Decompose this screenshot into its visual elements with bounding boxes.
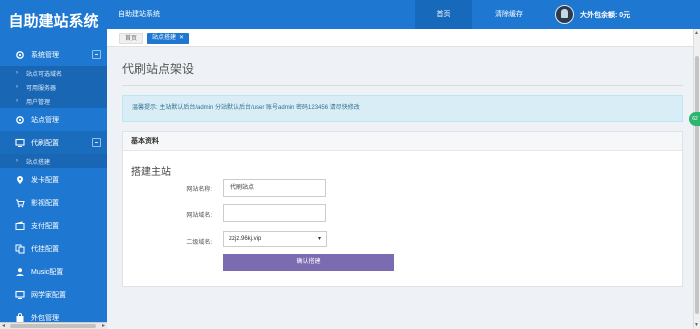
sidebar-item-label: 支付配置 bbox=[31, 222, 59, 230]
sidebar-item-hang[interactable]: 代挂配置 bbox=[0, 237, 107, 260]
sidebar-item-label: Music配置 bbox=[31, 268, 64, 276]
daishua-submenu: › 站点搭建 bbox=[0, 154, 107, 168]
cart-icon bbox=[14, 197, 25, 208]
subdomain-value: zzjz.96kj.vip bbox=[229, 236, 262, 242]
sidebar-item-daishua[interactable]: 代刷配置 bbox=[0, 131, 107, 154]
scroll-up-icon[interactable]: ▲ bbox=[694, 30, 699, 36]
site-domain-input[interactable] bbox=[223, 204, 326, 222]
scroll-right-icon[interactable]: ▸ bbox=[102, 322, 105, 329]
sidebar: 自助建站系统 系统管理 › 站点可选域名 › 可用服务器 › 用户管理 站点管理 代刷… bbox=[0, 0, 107, 329]
chevron-right-icon: › bbox=[16, 70, 18, 76]
brand-title: 自助建站系统 bbox=[8, 12, 99, 30]
sidebar-item-system[interactable]: 系统管理 bbox=[0, 43, 107, 66]
sidebar-subitem-label: 站点可选域名 bbox=[26, 71, 63, 78]
copy-icon bbox=[14, 243, 25, 254]
page-vertical-scrollbar[interactable]: ▲ ▼ bbox=[693, 29, 700, 329]
basic-info-panel: 基本资料 搭建主站 网站名称: 代刷站点 网站域名: 二级域名: zzjz.96… bbox=[122, 131, 683, 287]
sidebar-item-school[interactable]: 网学家配置 bbox=[0, 283, 107, 306]
close-icon[interactable]: ✕ bbox=[179, 35, 184, 41]
sidebar-item-pay[interactable]: 支付配置 bbox=[0, 214, 107, 237]
nav-home-link[interactable]: 首页 bbox=[415, 0, 472, 29]
floating-badge[interactable]: 62 bbox=[689, 112, 700, 126]
sidebar-subitem-label: 站点搭建 bbox=[26, 159, 51, 166]
user-menu[interactable]: 大外包余额: 0元 bbox=[555, 5, 630, 24]
sidebar-item-label: 外包管理 bbox=[31, 314, 59, 322]
scrollbar-thumb[interactable] bbox=[10, 324, 96, 328]
sidebar-item-label: 发卡配置 bbox=[31, 176, 59, 184]
monitor-icon bbox=[14, 289, 25, 300]
sidebar-item-label: 网学家配置 bbox=[31, 291, 66, 299]
avatar[interactable] bbox=[555, 5, 574, 24]
sidebar-item-video[interactable]: 影视配置 bbox=[0, 191, 107, 214]
scrollbar-thumb[interactable] bbox=[695, 56, 699, 314]
sidebar-subitem-label: 用户管理 bbox=[26, 99, 51, 106]
page-tabs-bar: 首页 站点搭建 ✕ bbox=[107, 29, 693, 47]
section-title: 搭建主站 bbox=[131, 167, 171, 178]
main-content: 代刷站点架设 温馨提示: 主站默认后台/admin 分站默认后台/user 账号… bbox=[107, 47, 693, 329]
tab-site-build[interactable]: 站点搭建 ✕ bbox=[147, 33, 190, 44]
sidebar-subitem[interactable]: › 可用服务器 bbox=[0, 80, 107, 94]
pin-icon bbox=[14, 174, 25, 185]
tab-home[interactable]: 首页 bbox=[119, 33, 144, 44]
clear-cache-link[interactable]: 清除缓存 bbox=[484, 0, 534, 29]
chevron-down-icon: ▾ bbox=[317, 236, 321, 242]
sidebar-item-label: 站点管理 bbox=[31, 116, 59, 124]
sidebar-subitem[interactable]: › 用户管理 bbox=[0, 94, 107, 108]
collapse-icon[interactable] bbox=[92, 50, 101, 59]
site-name-label: 网站名称: bbox=[186, 187, 212, 193]
sidebar-item-music[interactable]: Music配置 bbox=[0, 260, 107, 283]
subdomain-label: 二级域名: bbox=[186, 240, 212, 246]
page-title: 代刷站点架设 bbox=[122, 62, 195, 76]
sidebar-item-card[interactable]: 发卡配置 bbox=[0, 168, 107, 191]
sidebar-item-sites[interactable]: 站点管理 bbox=[0, 108, 107, 131]
sidebar-subitem[interactable]: › 站点可选域名 bbox=[0, 66, 107, 80]
sidebar-subitem-label: 可用服务器 bbox=[26, 85, 57, 92]
divider bbox=[122, 85, 683, 86]
system-title: 自助建站系统 bbox=[118, 11, 160, 18]
sidebar-item-label: 系统管理 bbox=[31, 51, 59, 59]
sidebar-item-label: 代刷配置 bbox=[31, 139, 59, 147]
scroll-left-icon[interactable]: ◂ bbox=[2, 322, 5, 329]
user-icon bbox=[14, 266, 25, 277]
site-name-input[interactable]: 代刷站点 bbox=[223, 179, 326, 197]
panel-title: 基本资料 bbox=[123, 132, 682, 151]
monitor-icon bbox=[14, 137, 25, 148]
chevron-right-icon: › bbox=[16, 158, 18, 164]
site-domain-label: 网站域名: bbox=[186, 213, 212, 219]
subdomain-select[interactable]: zzjz.96kj.vip ▾ bbox=[223, 231, 327, 247]
system-submenu: › 站点可选域名 › 可用服务器 › 用户管理 bbox=[0, 66, 107, 108]
collapse-icon[interactable] bbox=[92, 138, 101, 147]
top-navbar: 自助建站系统 首页 清除缓存 大外包余额: 0元 bbox=[107, 0, 700, 29]
wallet-icon bbox=[14, 220, 25, 231]
gear-icon bbox=[14, 114, 25, 125]
scroll-down-icon[interactable]: ▼ bbox=[694, 322, 699, 328]
chevron-right-icon: › bbox=[16, 98, 18, 104]
info-alert: 温馨提示: 主站默认后台/admin 分站默认后台/user 账号admin 密… bbox=[122, 95, 683, 122]
sidebar-item-label: 代挂配置 bbox=[31, 245, 59, 253]
sidebar-horizontal-scrollbar[interactable]: ◂ ▸ bbox=[0, 322, 107, 329]
sidebar-subitem[interactable]: › 站点搭建 bbox=[0, 154, 107, 168]
user-balance: 大外包余额: 0元 bbox=[580, 11, 631, 19]
chevron-right-icon: › bbox=[16, 84, 18, 90]
gear-icon bbox=[14, 49, 25, 60]
confirm-build-button[interactable]: 确认搭建 bbox=[223, 254, 394, 271]
sidebar-item-label: 影视配置 bbox=[31, 199, 59, 207]
tab-label: 站点搭建 bbox=[152, 35, 177, 41]
